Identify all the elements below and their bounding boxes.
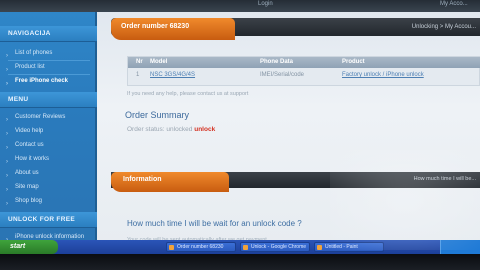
bullet-icon: ›	[6, 159, 8, 165]
sidebar-item-label: Video help	[15, 128, 44, 134]
summary-label: Order status:	[127, 126, 165, 133]
sidebar-menu-title: MENU	[0, 92, 97, 108]
bullet-icon: ›	[6, 67, 8, 73]
sidebar-item-label: How it works	[15, 156, 50, 162]
summary-value: unlocked	[166, 126, 193, 133]
browser-top-bar: Login My Acco...	[0, 0, 480, 12]
sidebar-item-shop-blog[interactable]: › Shop blog	[6, 196, 94, 207]
cell-model[interactable]: NSC 3GS/4G/4S	[150, 72, 195, 78]
start-button[interactable]: start	[0, 240, 58, 254]
order-summary-row: Order status: unlocked unlock	[127, 126, 215, 133]
topbar-login-link[interactable]: Login	[258, 1, 273, 7]
sidebar-item-label: List of phones	[15, 50, 53, 56]
order-help-note: If you need any help, please contact us …	[127, 91, 249, 97]
sidebar: NAVIGACIJA › List of phones › Product li…	[0, 12, 97, 252]
order-number-tab: Order number 68230	[111, 18, 235, 40]
sidebar-item-label: About us	[15, 170, 39, 176]
order-summary-title: Order Summary	[125, 110, 190, 120]
topbar-account-link[interactable]: My Acco...	[440, 1, 468, 7]
bullet-icon: ›	[6, 81, 8, 87]
sidebar-item-label: Product list	[15, 64, 45, 70]
sidebar-item-product-list[interactable]: › Product list	[6, 62, 94, 73]
sidebar-navigation-title: NAVIGACIJA	[0, 26, 97, 42]
taskbar-item-label: Untitled - Paint	[325, 244, 358, 250]
column-header-product: Product	[342, 59, 365, 65]
bullet-icon: ›	[6, 131, 8, 137]
main-content: Order number 68230 Unlocking > My Accou.…	[99, 12, 480, 252]
screen: Login My Acco... NAVIGACIJA › List of ph…	[0, 0, 480, 270]
taskbar-item-chrome[interactable]: Unlock - Google Chrome	[240, 242, 310, 252]
sidebar-item-free-iphone-check[interactable]: › Free iPhone check	[6, 76, 94, 87]
order-table-header: Nr Model Phone Data Product	[128, 57, 480, 68]
column-header-phone-data: Phone Data	[260, 59, 294, 65]
sidebar-item-video-help[interactable]: › Video help	[6, 126, 94, 137]
status-badge: unlock	[194, 126, 216, 133]
window-icon	[317, 245, 322, 250]
bullet-icon: ›	[6, 187, 8, 193]
sidebar-divider	[8, 60, 90, 61]
information-header-bar: Information How much time I will be...	[111, 172, 480, 192]
taskbar-item-label: Order number 68230	[177, 244, 224, 250]
bullet-icon: ›	[6, 145, 8, 151]
order-header-bar: Order number 68230 Unlocking > My Accou.…	[111, 18, 480, 40]
taskbar-item-paint[interactable]: Untitled - Paint	[314, 242, 384, 252]
window-icon	[169, 245, 174, 250]
sidebar-item-label: Site map	[15, 184, 39, 190]
sidebar-item-site-map[interactable]: › Site map	[6, 182, 94, 193]
monitor-bezel	[0, 254, 480, 270]
information-side-note[interactable]: How much time I will be...	[414, 176, 476, 182]
window-icon	[243, 245, 248, 250]
sidebar-unlock-free-title: UNLOCK FOR FREE	[0, 212, 97, 228]
column-header-nr: Nr	[136, 59, 143, 65]
windows-taskbar: start Order number 68230 Unlock - Google…	[0, 240, 480, 254]
column-header-model: Model	[150, 59, 168, 65]
sidebar-item-label: Shop blog	[15, 198, 43, 204]
taskbar-item-label: Unlock - Google Chrome	[251, 244, 307, 250]
bullet-icon: ›	[6, 53, 8, 59]
sidebar-item-customer-reviews[interactable]: › Customer Reviews	[6, 112, 94, 123]
bullet-icon: ›	[6, 201, 8, 207]
order-table: Nr Model Phone Data Product 1 NSC 3GS/4G…	[127, 56, 480, 86]
faq-question: How much time I will be wait for an unlo…	[127, 219, 302, 228]
sidebar-item-list-of-phones[interactable]: › List of phones	[6, 48, 94, 59]
information-tab: Information	[111, 172, 229, 192]
sidebar-item-label: Customer Reviews	[15, 114, 66, 120]
cell-product[interactable]: Factory unlock / iPhone unlock	[342, 72, 424, 78]
bullet-icon: ›	[6, 117, 8, 123]
sidebar-item-about-us[interactable]: › About us	[6, 168, 94, 179]
cell-phone-data: IMEI/Serial/code	[260, 72, 305, 78]
sidebar-item-label: Contact us	[15, 142, 44, 148]
cell-nr: 1	[136, 72, 140, 78]
bullet-icon: ›	[6, 173, 8, 179]
breadcrumb[interactable]: Unlocking > My Accou...	[412, 24, 476, 30]
sidebar-item-label: Free iPhone check	[15, 78, 69, 84]
sidebar-divider	[8, 74, 90, 75]
system-tray[interactable]	[440, 240, 480, 254]
sidebar-item-contact-us[interactable]: › Contact us	[6, 140, 94, 151]
taskbar-item-order[interactable]: Order number 68230	[166, 242, 236, 252]
sidebar-item-how-it-works[interactable]: › How it works	[6, 154, 94, 165]
